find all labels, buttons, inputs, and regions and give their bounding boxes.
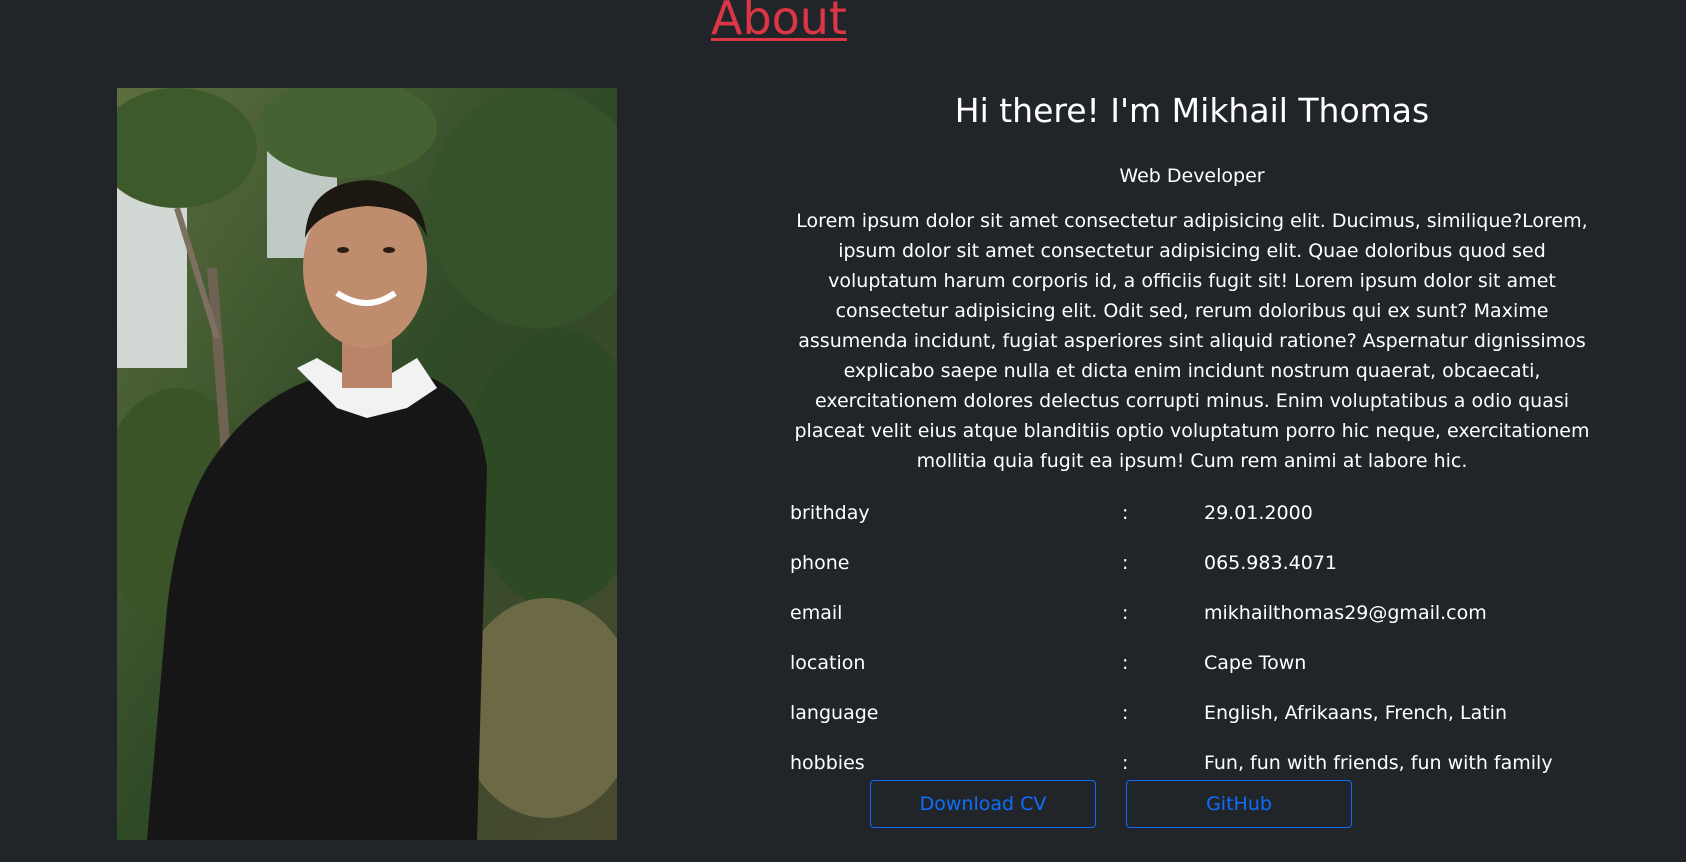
detail-value: 065.983.4071 xyxy=(1204,552,1337,574)
detail-value: Cape Town xyxy=(1204,652,1307,674)
detail-label: email xyxy=(790,602,843,624)
detail-label: location xyxy=(790,652,866,674)
about-section: About Hi there! I'm Mikhail Thomas Web D… xyxy=(0,0,1686,862)
detail-separator: : xyxy=(1122,702,1129,724)
section-title: About xyxy=(710,0,847,45)
detail-separator: : xyxy=(1122,502,1129,524)
profile-photo xyxy=(117,88,617,840)
detail-row-language: language : English, Afrikaans, French, L… xyxy=(790,688,1594,738)
detail-value: 29.01.2000 xyxy=(1204,502,1313,524)
download-cv-button[interactable]: Download CV xyxy=(870,780,1096,828)
detail-label: brithday xyxy=(790,502,870,524)
details-list: brithday : 29.01.2000 phone : 065.983.40… xyxy=(790,488,1594,788)
action-buttons: Download CV GitHub xyxy=(870,780,1352,828)
detail-value: Fun, fun with friends, fun with family xyxy=(1204,752,1553,774)
detail-value: mikhailthomas29@gmail.com xyxy=(1204,602,1487,624)
detail-row-location: location : Cape Town xyxy=(790,638,1594,688)
detail-separator: : xyxy=(1122,752,1129,774)
github-button[interactable]: GitHub xyxy=(1126,780,1352,828)
detail-separator: : xyxy=(1122,602,1129,624)
detail-row-birthday: brithday : 29.01.2000 xyxy=(790,488,1594,538)
detail-label: phone xyxy=(790,552,850,574)
detail-label: hobbies xyxy=(790,752,865,774)
detail-separator: : xyxy=(1122,652,1129,674)
detail-value: English, Afrikaans, French, Latin xyxy=(1204,702,1507,724)
role-label: Web Developer xyxy=(1119,165,1265,187)
about-info: Hi there! I'm Mikhail Thomas Web Develop… xyxy=(790,88,1594,788)
detail-separator: : xyxy=(1122,552,1129,574)
detail-row-email: email : mikhailthomas29@gmail.com xyxy=(790,588,1594,638)
detail-label: language xyxy=(790,702,879,724)
detail-row-phone: phone : 065.983.4071 xyxy=(790,538,1594,588)
bio-paragraph: Lorem ipsum dolor sit amet consectetur a… xyxy=(794,210,1590,472)
greeting-heading: Hi there! I'm Mikhail Thomas xyxy=(954,91,1430,130)
